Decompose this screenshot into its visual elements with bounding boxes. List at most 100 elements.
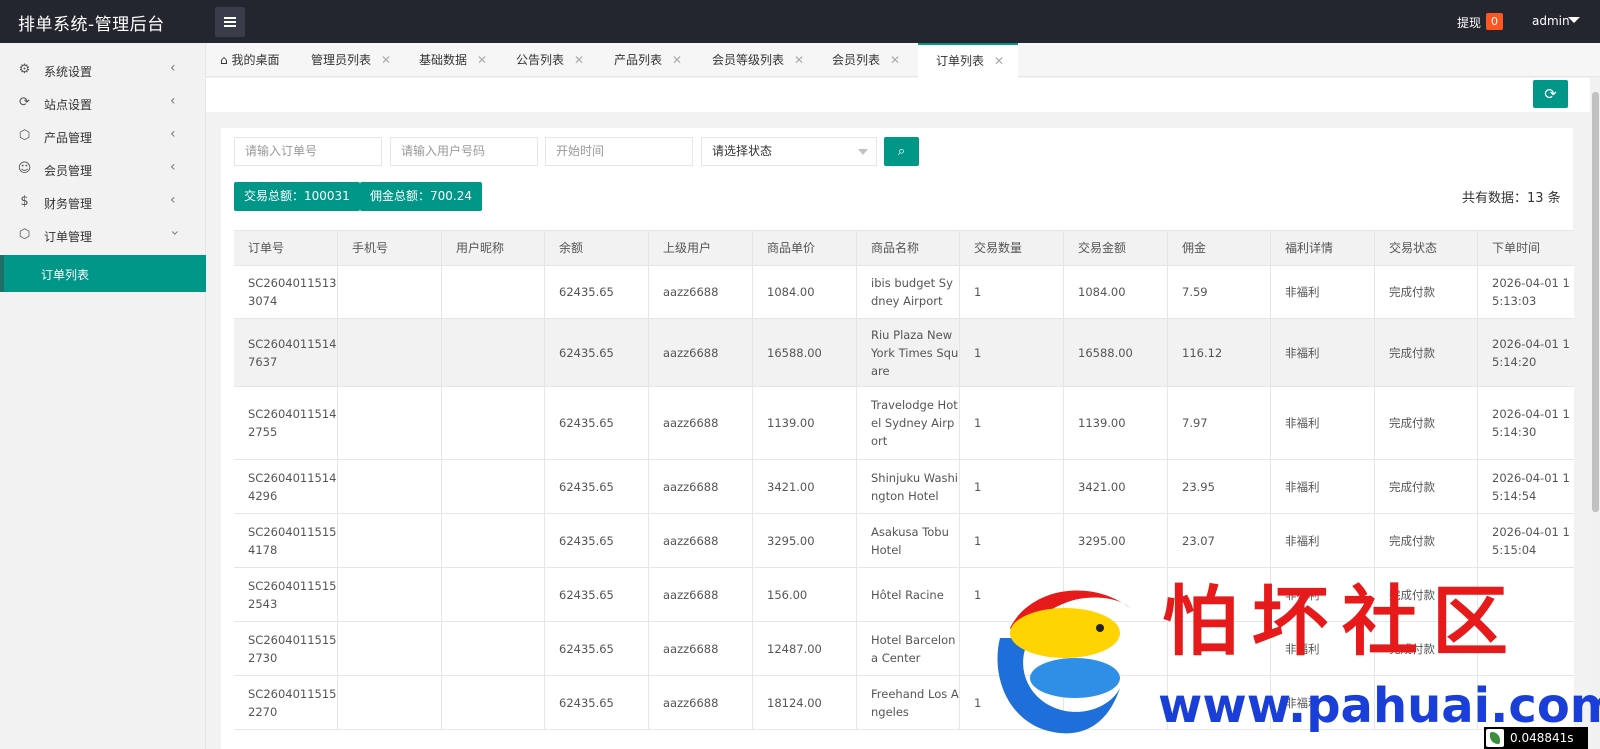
chevron-down-icon: ‹	[166, 230, 183, 236]
table-cell: 2026-04-01 15:13:03	[1478, 266, 1574, 318]
status-select-value: 请选择状态	[712, 144, 773, 158]
sidebar-subitem-order-list[interactable]: 订单列表	[0, 255, 206, 292]
table-cell: 完成付款	[1375, 387, 1478, 459]
chevron-left-icon: ‹	[170, 192, 176, 208]
sidebar-item-products[interactable]: ⬡ 产品管理 ‹	[0, 119, 206, 153]
cell-text: Hôtel Racine	[871, 587, 944, 602]
table-cell: 62435.65	[545, 460, 649, 513]
tab-label: 基础数据	[419, 53, 468, 67]
tab-label: 公告列表	[516, 53, 565, 67]
column-header: 佣金	[1168, 231, 1271, 266]
sidebar-item-orders[interactable]: ⬡ 订单管理 ‹	[0, 218, 206, 252]
column-header: 上级用户	[649, 231, 753, 266]
tab-member-level-list[interactable]: 会员等级列表 ✕	[712, 43, 804, 77]
table-cell: 非福利	[1271, 387, 1375, 459]
chevron-left-icon: ‹	[170, 60, 176, 76]
search-icon: ⌕	[897, 144, 906, 159]
withdraw-count-badge: 0	[1486, 13, 1503, 30]
table-cell: 2026-04-01 15:14:54	[1478, 460, 1574, 513]
table-cell: SC26040115152270	[234, 676, 338, 729]
cell-text: 完成付款	[1389, 345, 1435, 360]
close-icon[interactable]: ✕	[381, 53, 391, 67]
table-cell	[442, 266, 545, 318]
table-cell: 完成付款	[1375, 460, 1478, 513]
menu-toggle-button[interactable]	[215, 7, 245, 37]
chevron-down-icon[interactable]	[1568, 17, 1580, 23]
sidebar-item-site-settings[interactable]: ⟳ 站点设置 ‹	[0, 86, 206, 120]
table-cell: 12487.00	[753, 622, 857, 675]
table-cell: aazz6688	[649, 622, 753, 675]
table-row[interactable]: SC26040115144296 62435.65 aazz6688 3421.00 S…	[234, 460, 1574, 514]
table-cell: 62435.65	[545, 676, 649, 729]
cell-text: SC26040115152543	[248, 578, 337, 611]
table-cell: 1139.00	[1064, 387, 1168, 459]
cell-text: Travelodge Hotel Sydney Airport	[871, 398, 958, 448]
tab-product-list[interactable]: 产品列表 ✕	[614, 43, 682, 77]
tab-order-list[interactable]: 订单列表 ✕	[918, 43, 1018, 78]
trade-total-badge: 交易总额：100031	[234, 182, 360, 211]
tab-member-list[interactable]: 会员列表 ✕	[832, 43, 900, 77]
column-header: 订单号	[234, 231, 338, 266]
cell-text: aazz6688	[663, 587, 719, 602]
commission-total-badge: 佣金总额：700.24	[360, 182, 482, 211]
start-time-input[interactable]: 开始时间	[545, 137, 693, 166]
sidebar-item-label: 站点设置	[44, 98, 93, 112]
timer-badge: 0.048841s	[1484, 727, 1588, 749]
sidebar-item-label: 会员管理	[44, 164, 93, 178]
status-select[interactable]: 请选择状态	[701, 137, 877, 166]
close-icon[interactable]: ✕	[794, 53, 804, 67]
table-row[interactable]: SC26040115133074 62435.65 aazz6688 1084.00 i…	[234, 266, 1574, 319]
close-icon[interactable]: ✕	[994, 54, 1004, 68]
column-header: 交易金额	[1064, 231, 1168, 266]
cell-text: aazz6688	[663, 285, 719, 299]
sidebar-subitem-label: 订单列表	[41, 268, 90, 282]
user-menu[interactable]: admin	[1532, 14, 1570, 28]
table-cell	[338, 676, 442, 729]
gear-icon: ⚙	[18, 62, 31, 77]
cell-text: 3421.00	[1078, 479, 1126, 494]
timer-value: 0.048841s	[1510, 731, 1574, 745]
cell-text: 2026-04-01 15:14:54	[1492, 470, 1570, 503]
refresh-button[interactable]: ⟳	[1533, 80, 1568, 108]
tab-base-data[interactable]: 基础数据 ✕	[419, 43, 487, 77]
scrollbar-thumb[interactable]	[1592, 92, 1599, 512]
tab-notice-list[interactable]: 公告列表 ✕	[516, 43, 584, 77]
search-button[interactable]: ⌕	[884, 137, 919, 166]
close-icon[interactable]: ✕	[672, 53, 682, 67]
column-header: 福利详情	[1271, 231, 1375, 266]
cell-text: 62435.65	[559, 641, 614, 656]
table-cell: SC26040115152543	[234, 568, 338, 621]
tab-home[interactable]: ⌂ 我的桌面	[220, 43, 279, 77]
table-cell: 3421.00	[1064, 460, 1168, 513]
table-cell: SC26040115147637	[234, 319, 338, 386]
close-icon[interactable]: ✕	[574, 53, 584, 67]
table-row[interactable]: SC26040115147637 62435.65 aazz6688 16588.00…	[234, 319, 1574, 387]
tab-label: 管理员列表	[311, 53, 372, 67]
tab-label: 产品列表	[614, 53, 663, 67]
order-number-input[interactable]: 请输入订单号	[234, 137, 382, 166]
phone-input[interactable]: 请输入用户号码	[390, 137, 538, 166]
sidebar-item-finance[interactable]: $ 财务管理 ‹	[0, 185, 206, 219]
close-icon[interactable]: ✕	[890, 53, 900, 67]
table-row[interactable]: SC26040115142755 62435.65 aazz6688 1139.00 T…	[234, 387, 1574, 460]
table-cell	[442, 622, 545, 675]
cell-text: SC26040115152730	[248, 632, 337, 665]
tab-label: 会员列表	[832, 53, 881, 67]
sidebar-item-members[interactable]: ☺ 会员管理 ‹	[0, 152, 206, 186]
withdraw-link[interactable]: 提现	[1457, 14, 1481, 31]
cube-icon: ⬡	[18, 227, 31, 242]
column-header: 用户昵称	[442, 231, 545, 266]
table-cell	[338, 266, 442, 318]
sidebar-item-system-settings[interactable]: ⚙ 系统设置 ‹	[0, 53, 206, 87]
column-header: 手机号	[338, 231, 442, 266]
chevron-down-icon	[858, 149, 868, 155]
tab-admin-list[interactable]: 管理员列表 ✕	[311, 43, 391, 77]
table-cell: 1084.00	[753, 266, 857, 318]
cell-text: 116.12	[1182, 345, 1223, 360]
table-cell	[442, 460, 545, 513]
cell-text: 1	[974, 345, 982, 360]
table-cell: SC26040115152730	[234, 622, 338, 675]
table-cell: 62435.65	[545, 387, 649, 459]
cell-text: 3295.00	[1078, 533, 1126, 548]
close-icon[interactable]: ✕	[477, 53, 487, 67]
